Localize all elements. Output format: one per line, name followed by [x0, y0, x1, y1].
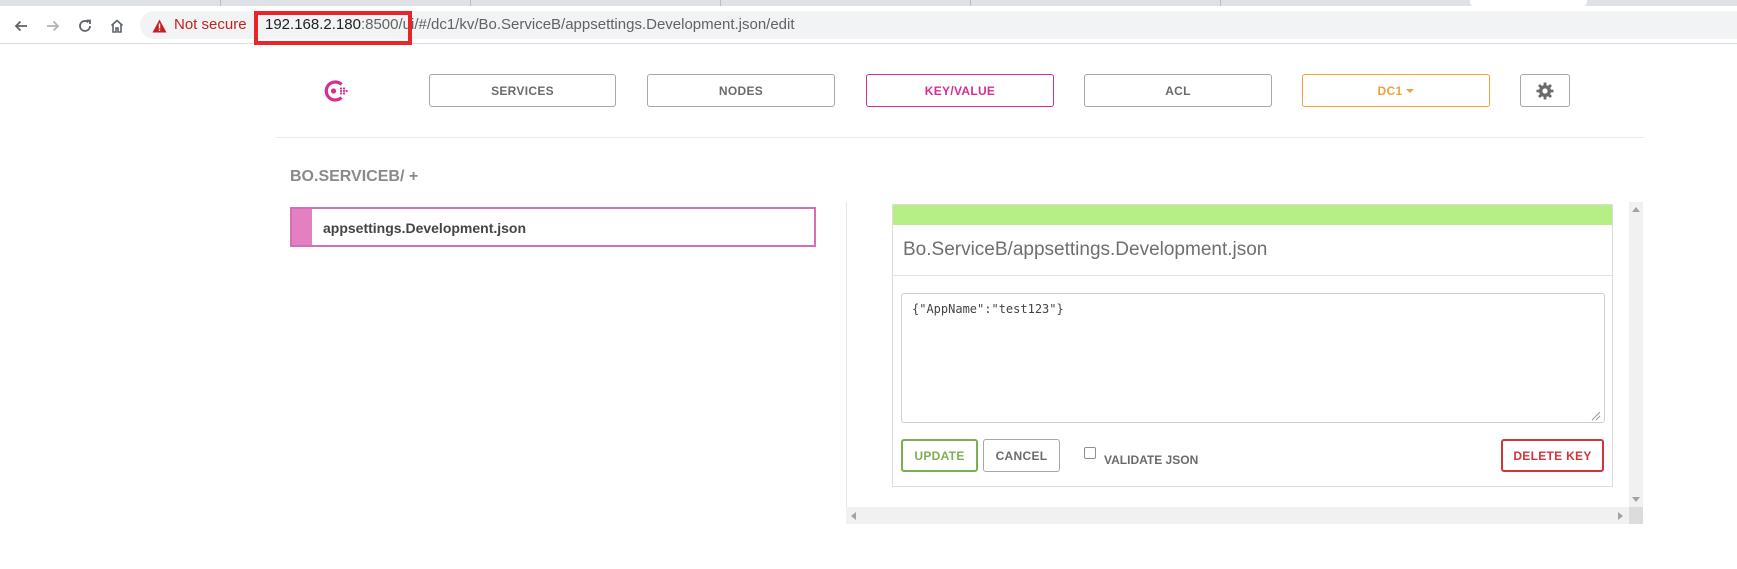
kv-list-item[interactable]: appsettings.Development.json [290, 207, 816, 247]
editor-panel: Bo.ServiceB/appsettings.Development.json… [892, 204, 1613, 487]
warning-icon [152, 19, 167, 33]
nav-keyvalue-button[interactable]: KEY/VALUE [866, 74, 1054, 107]
nav-nodes-button[interactable]: NODES [647, 74, 835, 107]
delete-key-button[interactable]: DELETE KEY [1501, 439, 1604, 472]
header-divider [276, 137, 1644, 138]
url-highlight-box [254, 11, 412, 45]
gear-icon [1536, 82, 1554, 99]
reload-button[interactable] [75, 16, 95, 36]
validate-json-control[interactable]: VALIDATE JSON [1084, 445, 1198, 467]
status-bar-success [893, 205, 1612, 225]
nav-services-button[interactable]: SERVICES [429, 74, 616, 107]
kv-item-name: appsettings.Development.json [323, 220, 527, 236]
reload-icon [79, 19, 91, 32]
scroll-up-arrow-icon[interactable] [1632, 207, 1640, 212]
editor-divider [893, 275, 1612, 276]
cancel-button[interactable]: CANCEL [983, 439, 1060, 472]
update-button[interactable]: UPDATE [901, 439, 978, 472]
nav-acl-button[interactable]: ACL [1084, 74, 1272, 107]
home-icon [110, 19, 124, 33]
scroll-down-arrow-icon[interactable] [1632, 497, 1640, 502]
horizontal-scrollbar[interactable] [846, 507, 1643, 524]
value-textarea[interactable] [901, 293, 1605, 423]
not-secure-label[interactable]: Not secure [174, 16, 247, 33]
datacenter-dropdown[interactable]: DC1 [1302, 74, 1490, 107]
back-button[interactable] [11, 16, 31, 36]
scroll-left-arrow-icon[interactable] [851, 512, 856, 520]
url-path: :8500/ui/#/dc1/kv/Bo.ServiceB/appsetting… [360, 16, 795, 33]
validate-json-checkbox[interactable] [1084, 447, 1096, 459]
settings-button[interactable] [1520, 74, 1570, 107]
kv-breadcrumb[interactable]: BO.SERVICEB/ + [290, 168, 418, 186]
forward-button[interactable] [43, 16, 63, 36]
home-button[interactable] [107, 16, 127, 36]
resize-handle-icon[interactable] [1589, 409, 1601, 421]
arrow-left-icon [14, 20, 27, 32]
consul-logo-icon[interactable] [318, 74, 352, 108]
datacenter-label: DC1 [1377, 83, 1403, 98]
scrollbar-corner [1629, 507, 1643, 524]
arrow-right-icon [47, 20, 60, 32]
vertical-scrollbar[interactable] [1629, 202, 1643, 507]
editor-key-title: Bo.ServiceB/appsettings.Development.json [903, 239, 1268, 260]
validate-json-label: VALIDATE JSON [1104, 453, 1199, 467]
scroll-right-arrow-icon[interactable] [1618, 512, 1623, 520]
kv-item-marker [292, 209, 312, 245]
caret-down-icon [1406, 88, 1415, 93]
